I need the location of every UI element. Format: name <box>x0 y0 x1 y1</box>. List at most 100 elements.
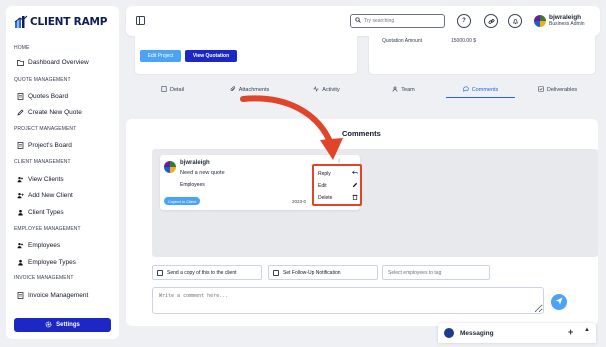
pencil-icon <box>352 182 358 190</box>
comment-icon <box>463 86 469 94</box>
comment-text: Need a new quote <box>180 170 225 176</box>
sidebar-item-projects-board[interactable]: Project's Board <box>17 142 72 149</box>
plus-icon[interactable]: + <box>568 327 573 337</box>
tab-comments[interactable]: Comments <box>442 82 519 98</box>
tab-attachments[interactable]: Attachments <box>211 82 288 98</box>
activity-icon <box>313 86 319 94</box>
bell-icon[interactable] <box>508 14 522 28</box>
sidebar-item-label: Quotes Board <box>28 93 69 100</box>
section-invoice-management: INVOICE MANAGEMENT <box>14 275 74 281</box>
menu-item-edit[interactable]: Edit <box>318 182 358 190</box>
sidebar-item-quotes-board[interactable]: Quotes Board <box>17 93 68 100</box>
sidebar-item-label: Employee Types <box>28 259 76 266</box>
logo-icon <box>14 15 28 28</box>
users-icon <box>17 176 24 183</box>
edit-project-button[interactable]: Edit Project <box>140 50 181 62</box>
users-icon <box>17 242 24 249</box>
settings-button[interactable]: Settings <box>14 318 111 332</box>
tab-team[interactable]: Team <box>365 82 442 98</box>
checkbox-box[interactable] <box>157 269 163 276</box>
tab-deliverables[interactable]: Deliverables <box>519 82 596 98</box>
search-box[interactable] <box>350 14 445 28</box>
document-icon <box>17 93 24 100</box>
view-quotation-button[interactable]: View Quotation <box>185 50 237 62</box>
comment-date: 2023-0 <box>292 199 307 204</box>
chevron-up-icon[interactable]: ▲ <box>584 327 590 333</box>
menu-item-reply[interactable]: Reply <box>318 170 358 177</box>
menu-item-label: Edit <box>318 183 327 189</box>
sidebar: CLIENT RAMP HOME Dashboard Overview QUOT… <box>6 6 119 339</box>
tab-label: Attachments <box>238 87 270 93</box>
comment-author: bjwraleigh <box>180 160 210 166</box>
section-employee-management: EMPLOYEE MANAGEMENT <box>14 226 81 232</box>
send-icon <box>555 297 563 307</box>
quotation-amount-value: 15000.00 $ <box>451 38 477 44</box>
tab-label: Comments <box>471 87 499 93</box>
tab-detail[interactable]: Detail <box>134 82 211 98</box>
section-quote-management: QUOTE MANAGEMENT <box>14 77 71 83</box>
sidebar-toggle-icon[interactable] <box>136 16 145 25</box>
reply-icon <box>352 170 358 177</box>
messaging-bar[interactable]: Messaging + ▲ <box>438 323 596 343</box>
tab-label: Activity <box>322 87 340 93</box>
send-copy-checkbox[interactable]: Send a copy of this to the client <box>152 265 262 280</box>
logo[interactable]: CLIENT RAMP <box>14 15 107 29</box>
sidebar-item-invoice-management[interactable]: Invoice Management <box>17 292 88 299</box>
user-name: bjwraleigh <box>549 14 582 21</box>
top-header: ? bjwraleigh Business Admin <box>126 6 600 36</box>
user-menu[interactable]: bjwraleigh Business Admin <box>534 14 585 27</box>
settings-label: Settings <box>56 322 80 328</box>
sidebar-item-add-new-client[interactable]: Add New Client <box>17 192 73 199</box>
avatar <box>444 328 454 338</box>
followup-checkbox[interactable]: Set Follow-Up Notification <box>268 265 378 280</box>
tab-label: Deliverables <box>546 87 578 93</box>
comments-panel: Comments bjwraleigh Need a new quote Emp… <box>126 119 598 326</box>
sidebar-item-label: Dashboard Overview <box>28 59 89 66</box>
link-icon[interactable] <box>484 14 498 28</box>
user-icon <box>17 259 24 266</box>
send-button[interactable] <box>551 294 567 310</box>
logo-text: CLIENT RAMP <box>30 16 108 28</box>
tab-label: Team <box>401 87 415 93</box>
sidebar-item-view-clients[interactable]: View Clients <box>17 176 64 183</box>
folder-icon <box>17 59 24 66</box>
sidebar-item-client-types[interactable]: Client Types <box>17 209 64 216</box>
menu-item-label: Reply <box>318 170 331 177</box>
document-icon <box>17 142 24 149</box>
sidebar-item-label: Invoice Management <box>28 292 89 299</box>
tag-employees-select[interactable]: Select employees to tag <box>382 265 490 280</box>
trash-icon <box>352 194 358 202</box>
comments-title: Comments <box>342 129 381 138</box>
project-tabs: Detail Attachments Activity Team Comment… <box>134 82 596 98</box>
avatar <box>164 161 176 173</box>
sidebar-item-employees[interactable]: Employees <box>17 242 60 249</box>
tab-label: Detail <box>169 87 185 93</box>
send-copy-label: Send a copy of this to the client <box>167 269 237 276</box>
sidebar-item-label: Employees <box>28 242 61 249</box>
section-home: HOME <box>14 45 30 51</box>
checkbox-box[interactable] <box>273 269 279 276</box>
tab-activity[interactable]: Activity <box>288 82 365 98</box>
search-icon <box>355 17 361 25</box>
gear-icon <box>45 320 52 330</box>
search-input[interactable] <box>364 18 444 24</box>
document-icon <box>17 292 24 299</box>
sidebar-item-employee-types[interactable]: Employee Types <box>17 259 76 266</box>
avatar <box>534 14 546 27</box>
comment-input[interactable] <box>152 287 544 314</box>
paperclip-icon <box>230 86 236 94</box>
help-icon[interactable]: ? <box>457 14 471 28</box>
menu-item-delete[interactable]: Delete <box>318 194 358 202</box>
detail-icon <box>161 86 167 94</box>
user-plus-icon <box>17 192 24 199</box>
user-role: Business Admin <box>549 21 585 27</box>
sidebar-item-create-new-quote[interactable]: Create New Quote <box>17 109 82 116</box>
menu-item-label: Delete <box>318 195 333 201</box>
messaging-label: Messaging <box>460 329 494 337</box>
comment-action-menu: Reply Edit Delete <box>312 164 362 206</box>
copied-to-client-badge: Copied to Client <box>164 197 201 205</box>
sidebar-item-dashboard-overview[interactable]: Dashboard Overview <box>17 59 89 66</box>
sidebar-item-label: Add New Client <box>28 192 73 199</box>
comment-thread: bjwraleigh Need a new quote Employees Co… <box>152 149 598 257</box>
sidebar-item-label: Create New Quote <box>28 109 82 116</box>
